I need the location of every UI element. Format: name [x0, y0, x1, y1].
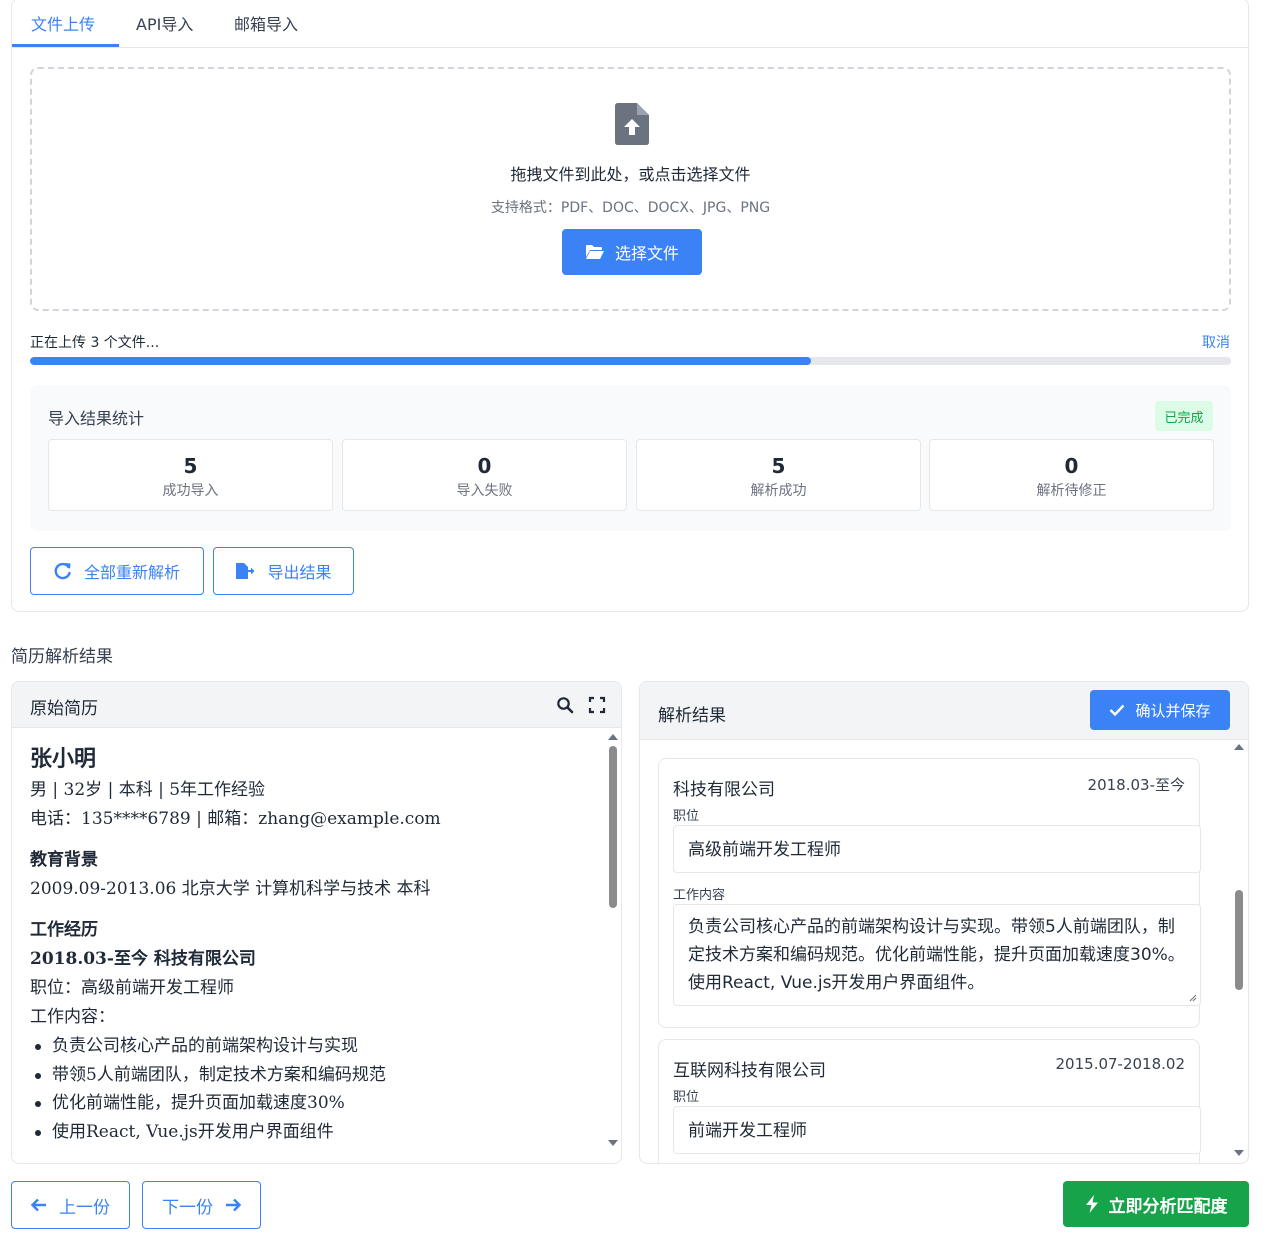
- stat-card-failed: 0 导入失败: [342, 439, 627, 511]
- stat-label: 解析待修正: [1036, 483, 1107, 499]
- status-badge: 已完成: [1155, 401, 1213, 431]
- stat-value: 0: [1064, 454, 1079, 478]
- original-resume-panel: 原始简历 张小明 男 | 32岁 | 本科 | 5年工作经验 电话：135***…: [11, 681, 622, 1164]
- list-item: 使用React, Vue.js开发用户界面组件: [30, 1118, 600, 1147]
- file-upload-icon: [615, 103, 649, 145]
- education-heading: 教育背景: [30, 850, 98, 870]
- scroll-up-arrow-icon[interactable]: [1232, 742, 1246, 752]
- entry-date: 2015.07-2018.02: [1055, 1055, 1185, 1073]
- choose-file-button[interactable]: 选择文件: [562, 229, 702, 275]
- list-item: 带领5人前端团队，制定技术方案和编码规范: [30, 1061, 600, 1090]
- stats-title: 导入结果统计: [48, 409, 145, 428]
- tab-email-import[interactable]: 邮箱导入: [234, 11, 298, 35]
- dropzone-formats: 支持格式：PDF、DOC、DOCX、JPG、PNG: [490, 200, 771, 216]
- import-stats-panel: 导入结果统计 已完成 5 成功导入 0 导入失败 5 解析成功 0 解析待修正: [30, 385, 1231, 531]
- choose-file-label: 选择文件: [614, 244, 679, 263]
- position-label: 职位: [673, 809, 700, 824]
- fullscreen-icon[interactable]: [588, 696, 606, 714]
- cancel-upload-link[interactable]: 取消: [1202, 332, 1230, 352]
- scroll-thumb[interactable]: [1235, 890, 1243, 990]
- original-resume-title: 原始简历: [30, 699, 98, 719]
- previous-resume-button[interactable]: 上一份: [11, 1181, 130, 1229]
- scroll-thumb[interactable]: [609, 746, 617, 908]
- analyze-match-label: 立即分析匹配度: [1108, 1196, 1228, 1217]
- parsed-result-title: 解析结果: [658, 706, 726, 726]
- original-resume-scrollbar[interactable]: [606, 728, 620, 1163]
- refresh-icon: [54, 562, 71, 580]
- stat-label: 导入失败: [456, 483, 513, 499]
- candidate-summary: 男 | 32岁 | 本科 | 5年工作经验: [30, 780, 266, 800]
- stat-value: 0: [477, 454, 492, 478]
- export-results-button[interactable]: 导出结果: [213, 547, 354, 595]
- upload-card: 文件上传 API导入 邮箱导入 拖拽文件到此处，或点击选择文件 支持格式：PDF…: [11, 0, 1249, 612]
- position-field[interactable]: 前端开发工程师: [673, 1106, 1201, 1154]
- confirm-save-button[interactable]: 确认并保存: [1090, 690, 1230, 730]
- parsed-result-scrollbar[interactable]: [1232, 740, 1246, 1163]
- analyze-match-button[interactable]: 立即分析匹配度: [1063, 1181, 1249, 1227]
- original-resume-header: 原始简历: [12, 682, 621, 728]
- upload-progress-bar: [30, 357, 1231, 365]
- tab-api-import[interactable]: API导入: [136, 11, 193, 35]
- list-item: 负责公司核心产品的前端架构设计与实现: [30, 1032, 600, 1061]
- list-item: 优化前端性能，提升页面加载速度30%: [30, 1089, 600, 1118]
- parsed-result-header: 解析结果 确认并保存: [640, 682, 1248, 740]
- content-label: 工作内容: [673, 888, 726, 903]
- entry-company: 互联网科技有限公司: [673, 1061, 826, 1081]
- next-resume-label: 下一份: [162, 1197, 213, 1218]
- stat-label: 成功导入: [162, 483, 219, 499]
- lightning-icon: [1085, 1195, 1098, 1213]
- work-content-heading: 工作内容：: [30, 1007, 115, 1027]
- reparse-all-label: 全部重新解析: [83, 563, 180, 582]
- entry-company: 科技有限公司: [673, 780, 775, 800]
- work-content-list: 负责公司核心产品的前端架构设计与实现 带领5人前端团队，制定技术方案和编码规范 …: [30, 1032, 600, 1146]
- upload-progress-label: 正在上传 3 个文件...: [30, 335, 160, 351]
- position-label: 职位: [673, 1090, 700, 1105]
- folder-open-icon: [585, 245, 604, 259]
- stat-card-parsed: 5 解析成功: [636, 439, 921, 511]
- stat-value: 5: [183, 454, 198, 478]
- arrow-left-icon: [31, 1198, 46, 1212]
- search-icon[interactable]: [556, 696, 574, 714]
- scroll-down-arrow-icon[interactable]: [1232, 1148, 1246, 1158]
- active-tab-indicator: [12, 44, 119, 47]
- scroll-down-arrow-icon[interactable]: [606, 1138, 620, 1148]
- confirm-save-label: 确认并保存: [1135, 701, 1211, 720]
- results-section-title: 简历解析结果: [11, 647, 113, 667]
- work-title: 2018.03-至今 科技有限公司: [30, 949, 256, 969]
- stat-value: 5: [771, 454, 786, 478]
- candidate-name: 张小明: [30, 746, 97, 772]
- resize-handle-icon[interactable]: [1189, 994, 1197, 1002]
- scroll-up-arrow-icon[interactable]: [606, 732, 620, 742]
- export-results-label: 导出结果: [267, 563, 332, 582]
- previous-resume-label: 上一份: [59, 1197, 110, 1218]
- work-position: 职位：高级前端开发工程师: [30, 978, 234, 998]
- candidate-contact: 电话：135****6789 | 邮箱：zhang@example.com: [30, 809, 441, 829]
- file-export-icon: [236, 563, 255, 579]
- next-resume-button[interactable]: 下一份: [142, 1181, 261, 1229]
- stat-card-success: 5 成功导入: [48, 439, 333, 511]
- file-dropzone[interactable]: 拖拽文件到此处，或点击选择文件 支持格式：PDF、DOC、DOCX、JPG、PN…: [30, 67, 1231, 311]
- upload-progress-fill: [30, 357, 811, 365]
- tab-bar: 文件上传 API导入 邮箱导入: [12, 0, 1248, 48]
- tab-file-upload[interactable]: 文件上传: [31, 11, 95, 35]
- reparse-all-button[interactable]: 全部重新解析: [30, 547, 204, 595]
- stat-label: 解析成功: [750, 483, 807, 499]
- original-resume-content: 张小明 男 | 32岁 | 本科 | 5年工作经验 电话：135****6789…: [30, 742, 600, 1146]
- stat-card-pending: 0 解析待修正: [929, 439, 1214, 511]
- work-entry-card: 互联网科技有限公司 2015.07-2018.02 职位 前端开发工程师: [658, 1039, 1201, 1163]
- entry-date: 2018.03-至今: [1087, 776, 1185, 794]
- work-entry-card: 科技有限公司 2018.03-至今 职位 高级前端开发工程师 工作内容 负责公司…: [658, 758, 1201, 1028]
- parsed-result-panel: 解析结果 确认并保存 科技有限公司 2018.03-至今 职位 高级前端开发工程…: [639, 681, 1249, 1164]
- dropzone-title: 拖拽文件到此处，或点击选择文件: [510, 165, 751, 184]
- education-line: 2009.09-2013.06 北京大学 计算机科学与技术 本科: [30, 879, 431, 899]
- arrow-right-icon: [226, 1198, 241, 1212]
- content-text: 负责公司核心产品的前端架构设计与实现。带领5人前端团队，制定技术方案和编码规范。…: [688, 917, 1185, 993]
- content-textarea[interactable]: 负责公司核心产品的前端架构设计与实现。带领5人前端团队，制定技术方案和编码规范。…: [673, 904, 1201, 1006]
- work-heading: 工作经历: [30, 920, 98, 940]
- position-field[interactable]: 高级前端开发工程师: [673, 825, 1201, 873]
- check-icon: [1110, 704, 1125, 716]
